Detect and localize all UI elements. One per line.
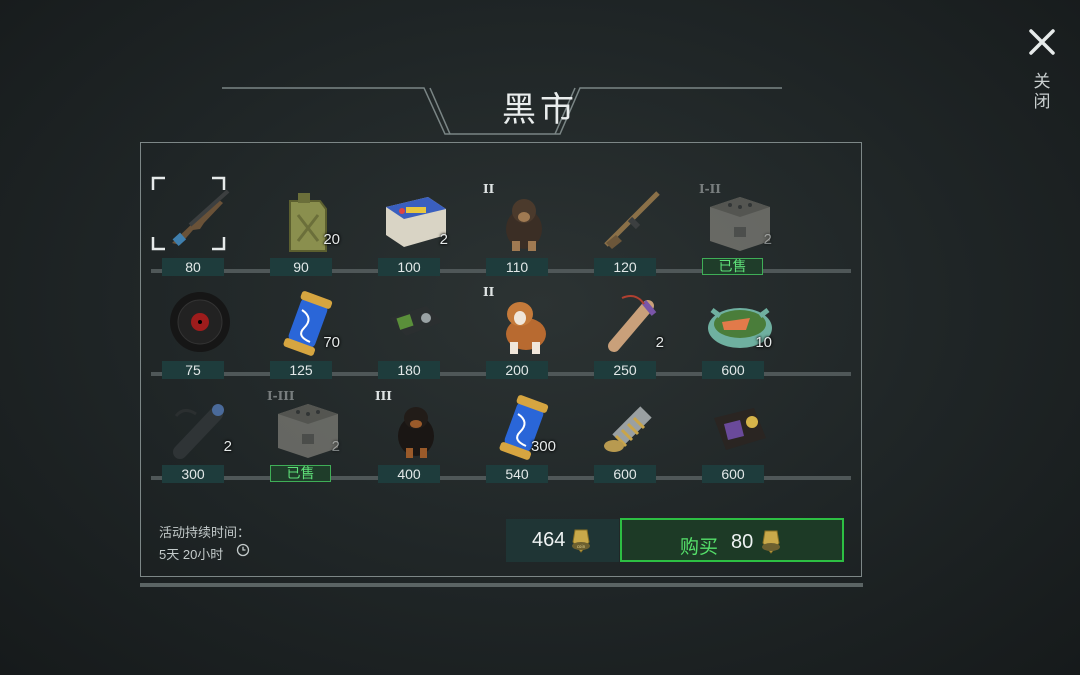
saint-bernard-dog-icon <box>506 302 546 354</box>
item-price: 90 <box>270 258 332 276</box>
police-badge-icon <box>714 408 766 450</box>
item-tier: II <box>483 285 495 299</box>
item-price: 100 <box>378 258 440 276</box>
vinyl-record-icon <box>170 292 230 352</box>
item-price: 110 <box>486 258 548 276</box>
shop-item-rottweiler-dog[interactable]: III 400 <box>362 387 470 483</box>
item-quantity: 2 <box>223 438 232 455</box>
buy-price: 80 <box>731 531 754 553</box>
item-quantity: 2 <box>331 438 340 455</box>
item-quantity: 2 <box>655 334 664 351</box>
duration-label: 活动持续时间： <box>159 525 251 540</box>
item-quantity: 300 <box>530 438 556 455</box>
item-price: 180 <box>378 361 440 379</box>
shop-item-police-badge[interactable]: 600 <box>686 387 794 483</box>
item-price: 80 <box>162 258 224 276</box>
item-price: 250 <box>594 361 656 379</box>
item-price: 600 <box>702 361 764 379</box>
shop-item-salmon-bowl[interactable]: 10 600 <box>686 283 794 379</box>
radio-device-icon <box>390 306 442 336</box>
shop-item-shepherd-dog[interactable]: II 110 <box>470 180 578 276</box>
svg-text:coin: coin <box>577 544 586 549</box>
item-quantity: 70 <box>323 334 340 351</box>
shop-item-saint-bernard-dog[interactable]: II 200 <box>470 283 578 379</box>
ak-rifle-icon <box>172 189 230 247</box>
item-quantity: 2 <box>439 231 448 248</box>
shop-item-ak-rifle[interactable]: 80 <box>146 176 254 276</box>
shop-item-crate[interactable]: I-II 2 已售 <box>686 180 794 275</box>
shop-item-scope-part[interactable]: 2 300 <box>146 387 254 483</box>
duration-value: 5天 20小时 <box>159 547 224 562</box>
item-price: 600 <box>702 465 764 483</box>
shop-item-spring-part[interactable]: 600 <box>578 387 686 483</box>
shop-item-radio-device[interactable]: 180 <box>362 283 470 379</box>
item-price: 600 <box>594 465 656 483</box>
shop-item-scroll-pipe[interactable]: 2 250 <box>578 283 686 379</box>
shop-item-dna-capsule[interactable]: 70 125 <box>254 283 362 379</box>
page-title: 黑市 <box>502 91 578 129</box>
shop-item-crate[interactable]: I-III 2 已售 <box>254 387 362 482</box>
buy-label: 购买 <box>680 537 719 558</box>
item-price: 400 <box>378 465 440 483</box>
item-tier: I-III <box>267 389 295 403</box>
item-price: 120 <box>594 258 656 276</box>
sold-badge: 已售 <box>702 258 763 275</box>
item-quantity: 10 <box>755 334 772 351</box>
sold-badge: 已售 <box>270 465 331 482</box>
shop-item-dna-capsule[interactable]: 300 540 <box>470 387 578 483</box>
item-price: 540 <box>486 465 548 483</box>
item-price: 125 <box>270 361 332 379</box>
item-quantity: 2 <box>763 231 772 248</box>
buy-button[interactable]: 购买 80 <box>620 518 844 562</box>
shop-item-sniper-rifle[interactable]: 120 <box>578 180 686 276</box>
item-tier: III <box>375 389 392 403</box>
panel-divider <box>140 583 863 587</box>
item-tier: II <box>483 182 495 196</box>
item-quantity: 20 <box>323 231 340 248</box>
shepherd-dog-icon <box>506 199 542 251</box>
sniper-rifle-icon <box>604 191 660 249</box>
coin-icon <box>762 530 780 554</box>
item-tier: I-II <box>699 182 721 196</box>
spring-part-icon <box>604 406 652 452</box>
shop-item-vinyl-record[interactable]: 75 <box>146 283 254 379</box>
clock-icon <box>236 543 250 557</box>
coin-icon: coin <box>572 529 590 553</box>
item-price: 75 <box>162 361 224 379</box>
balance-value: 464 <box>532 529 566 551</box>
shop-item-car-battery[interactable]: 2 100 <box>362 180 470 276</box>
item-price: 300 <box>162 465 224 483</box>
shop-item-jerrycan[interactable]: 20 90 <box>254 180 362 276</box>
currency-balance: 464 coin <box>506 519 619 562</box>
item-price: 200 <box>486 361 548 379</box>
